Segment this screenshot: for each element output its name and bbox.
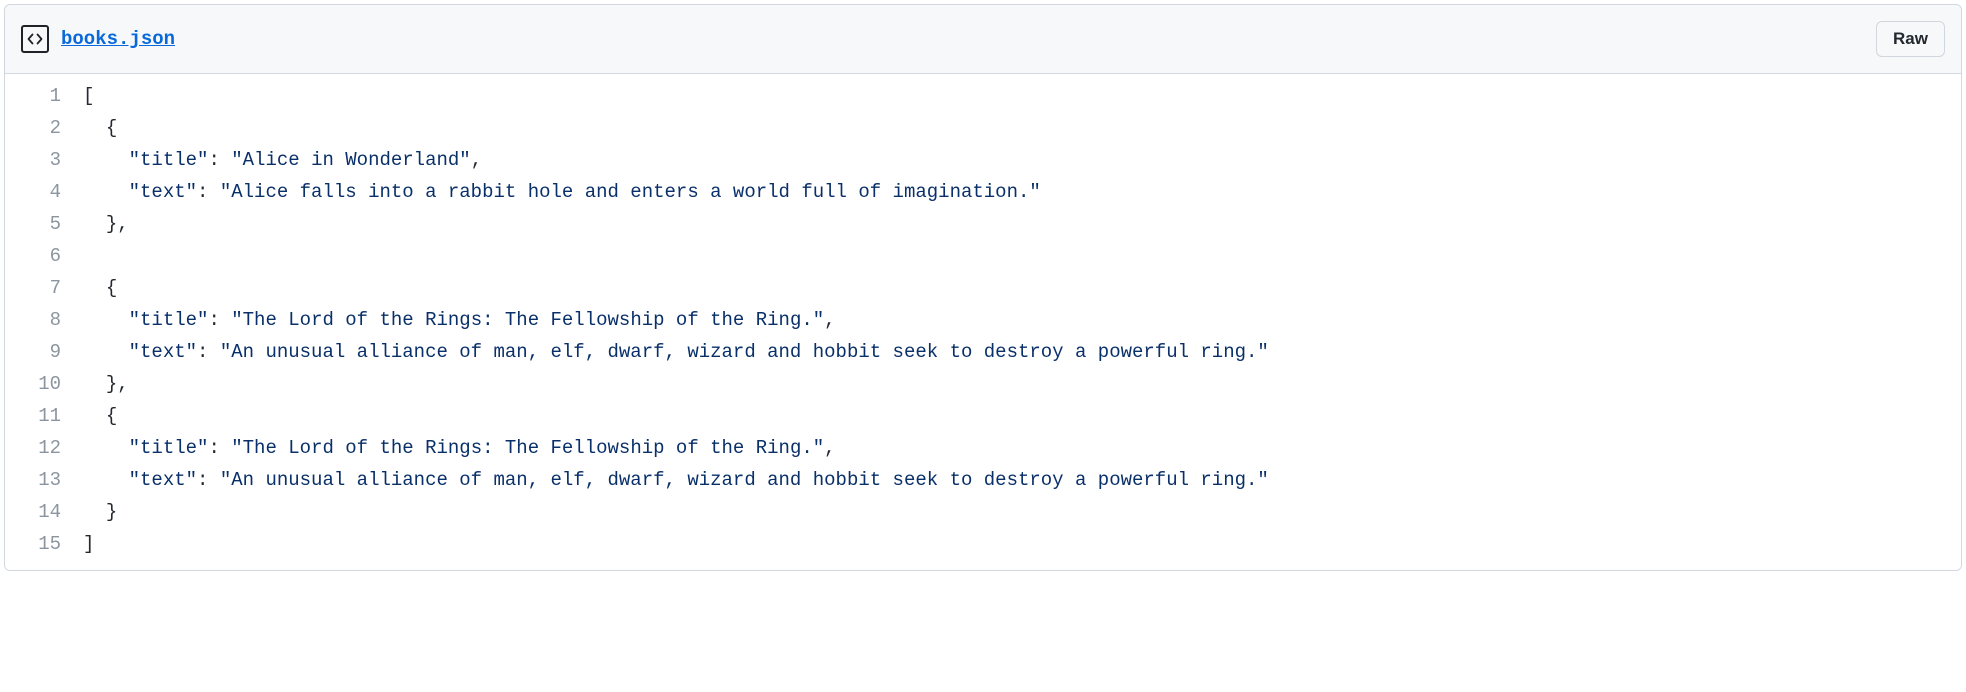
json-key: "title" bbox=[129, 309, 209, 331]
line-content: [ bbox=[83, 80, 1961, 112]
line-number: 15 bbox=[5, 528, 83, 560]
code-line: 13 "text": "An unusual alliance of man, … bbox=[5, 464, 1961, 496]
json-key: "text" bbox=[129, 469, 197, 491]
line-number: 1 bbox=[5, 80, 83, 112]
code-icon bbox=[21, 25, 49, 53]
line-number: 2 bbox=[5, 112, 83, 144]
json-string: "An unusual alliance of man, elf, dwarf,… bbox=[220, 469, 1269, 491]
json-punct: }, bbox=[106, 213, 129, 235]
line-number: 6 bbox=[5, 240, 83, 272]
json-punct: : bbox=[208, 437, 231, 459]
json-punct: : bbox=[208, 309, 231, 331]
json-string: "Alice in Wonderland" bbox=[231, 149, 470, 171]
file-box: books.json Raw 1[2 {3 "title": "Alice in… bbox=[4, 4, 1962, 571]
line-number: 13 bbox=[5, 464, 83, 496]
json-string: "An unusual alliance of man, elf, dwarf,… bbox=[220, 341, 1269, 363]
line-content: "text": "An unusual alliance of man, elf… bbox=[83, 336, 1961, 368]
json-punct: : bbox=[197, 469, 220, 491]
line-number: 7 bbox=[5, 272, 83, 304]
code-line: 6 bbox=[5, 240, 1961, 272]
line-content: ] bbox=[83, 528, 1961, 560]
json-punct: ] bbox=[83, 533, 94, 555]
code-line: 14 } bbox=[5, 496, 1961, 528]
line-number: 11 bbox=[5, 400, 83, 432]
code-line: 8 "title": "The Lord of the Rings: The F… bbox=[5, 304, 1961, 336]
json-key: "title" bbox=[129, 149, 209, 171]
json-string: "The Lord of the Rings: The Fellowship o… bbox=[231, 437, 824, 459]
line-content: } bbox=[83, 496, 1961, 528]
json-key: "text" bbox=[129, 181, 197, 203]
json-string: "Alice falls into a rabbit hole and ente… bbox=[220, 181, 1041, 203]
line-content: "title": "The Lord of the Rings: The Fel… bbox=[83, 304, 1961, 336]
json-punct: [ bbox=[83, 85, 94, 107]
line-content: { bbox=[83, 400, 1961, 432]
line-content: { bbox=[83, 112, 1961, 144]
line-number: 14 bbox=[5, 496, 83, 528]
file-header: books.json Raw bbox=[5, 5, 1961, 74]
code-line: 1[ bbox=[5, 80, 1961, 112]
json-key: "title" bbox=[129, 437, 209, 459]
line-content bbox=[83, 240, 1961, 272]
code-line: 2 { bbox=[5, 112, 1961, 144]
file-header-left: books.json bbox=[21, 25, 175, 53]
line-number: 8 bbox=[5, 304, 83, 336]
line-content: }, bbox=[83, 208, 1961, 240]
code-line: 5 }, bbox=[5, 208, 1961, 240]
line-number: 5 bbox=[5, 208, 83, 240]
json-punct: { bbox=[106, 277, 117, 299]
line-number: 10 bbox=[5, 368, 83, 400]
json-key: "text" bbox=[129, 341, 197, 363]
line-number: 3 bbox=[5, 144, 83, 176]
raw-button[interactable]: Raw bbox=[1876, 21, 1945, 57]
json-punct: , bbox=[471, 149, 482, 171]
line-number: 12 bbox=[5, 432, 83, 464]
code-line: 11 { bbox=[5, 400, 1961, 432]
json-punct: } bbox=[106, 501, 117, 523]
code-line: 9 "text": "An unusual alliance of man, e… bbox=[5, 336, 1961, 368]
json-string: "The Lord of the Rings: The Fellowship o… bbox=[231, 309, 824, 331]
line-number: 9 bbox=[5, 336, 83, 368]
line-content: "text": "Alice falls into a rabbit hole … bbox=[83, 176, 1961, 208]
json-punct: : bbox=[208, 149, 231, 171]
code-line: 3 "title": "Alice in Wonderland", bbox=[5, 144, 1961, 176]
json-punct: : bbox=[197, 181, 220, 203]
code-line: 10 }, bbox=[5, 368, 1961, 400]
json-punct: : bbox=[197, 341, 220, 363]
line-content: "title": "The Lord of the Rings: The Fel… bbox=[83, 432, 1961, 464]
json-punct: , bbox=[824, 437, 835, 459]
code-line: 12 "title": "The Lord of the Rings: The … bbox=[5, 432, 1961, 464]
json-punct: { bbox=[106, 405, 117, 427]
code-line: 4 "text": "Alice falls into a rabbit hol… bbox=[5, 176, 1961, 208]
line-content: "title": "Alice in Wonderland", bbox=[83, 144, 1961, 176]
code-area: 1[2 {3 "title": "Alice in Wonderland",4 … bbox=[5, 74, 1961, 570]
code-line: 7 { bbox=[5, 272, 1961, 304]
json-punct: { bbox=[106, 117, 117, 139]
filename-link[interactable]: books.json bbox=[61, 28, 175, 50]
line-content: }, bbox=[83, 368, 1961, 400]
json-punct: , bbox=[824, 309, 835, 331]
line-content: { bbox=[83, 272, 1961, 304]
line-content: "text": "An unusual alliance of man, elf… bbox=[83, 464, 1961, 496]
code-line: 15] bbox=[5, 528, 1961, 560]
line-number: 4 bbox=[5, 176, 83, 208]
json-punct: }, bbox=[106, 373, 129, 395]
